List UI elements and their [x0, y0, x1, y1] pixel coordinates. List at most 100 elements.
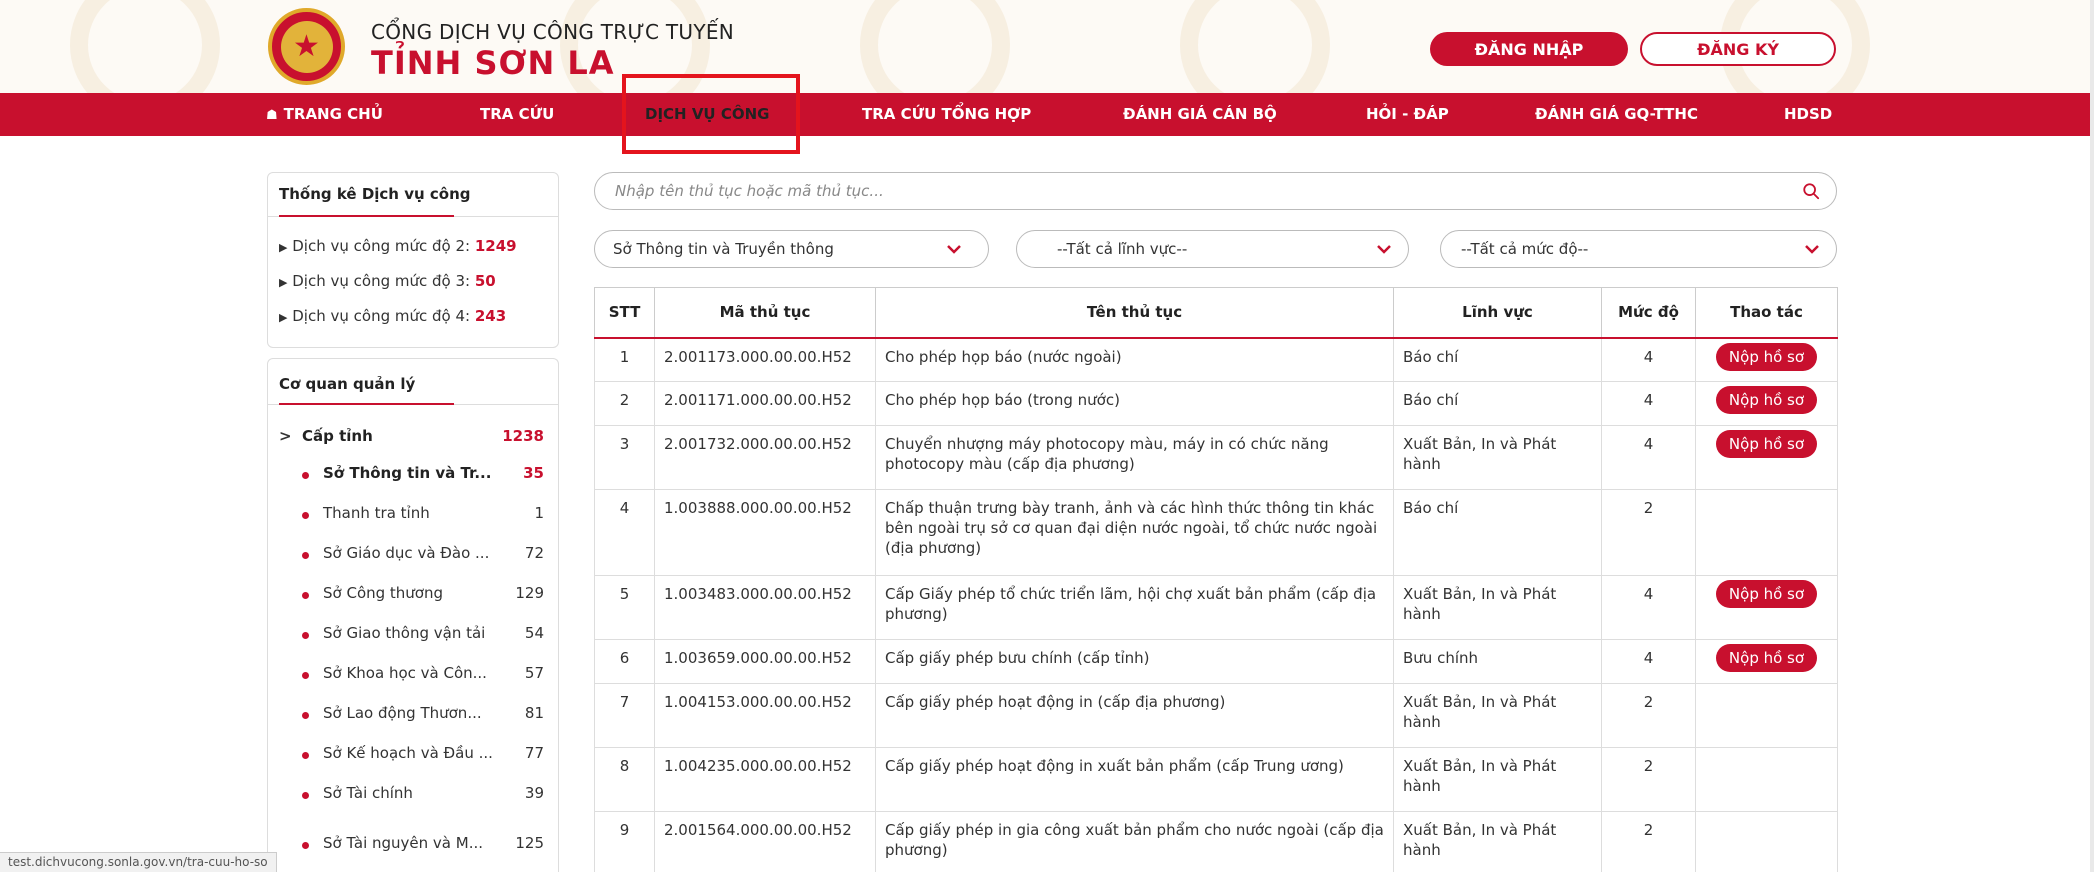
nav-procedure-review[interactable]: ĐÁNH GIÁ GQ-TTHC [1535, 93, 1698, 136]
bullet-icon [302, 592, 309, 599]
submit-dossier-button[interactable]: Nộp hồ sơ [1715, 386, 1818, 414]
agency-item[interactable]: Sở Kế hoạch và Đầu ... 77 [268, 744, 560, 784]
cell-level: 2 [1601, 747, 1696, 812]
agency-item[interactable]: Sở Tài nguyên và M... 125 [268, 834, 560, 872]
browser-status-url: test.dichvucong.sonla.gov.vn/tra-cuu-ho-… [0, 852, 277, 872]
cell-field: Bưu chính [1393, 639, 1602, 684]
cell-name[interactable]: Chấp thuận trưng bày tranh, ảnh và các h… [875, 489, 1394, 576]
cell-level: 4 [1601, 425, 1696, 490]
cell-name[interactable]: Cấp giấy phép bưu chính (cấp tỉnh) [875, 639, 1394, 684]
stat-level-2[interactable]: ▶ Dịch vụ công mức độ 2: 1249 [279, 237, 517, 255]
cell-stt: 7 [594, 683, 655, 748]
stat-level-3[interactable]: ▶ Dịch vụ công mức độ 3: 50 [279, 272, 496, 290]
site-header: ★ CỔNG DỊCH VỤ CÔNG TRỰC TUYẾN TỈNH SƠN … [0, 0, 2094, 93]
nav-guide[interactable]: HDSD [1784, 93, 1832, 136]
search-icon[interactable] [1802, 182, 1820, 200]
agency-item[interactable]: Sở Thông tin và Tr... 35 [268, 464, 560, 504]
header-action: Thao tác [1695, 287, 1838, 339]
star-icon: ★ [280, 20, 333, 73]
agency-item[interactable]: Sở Lao động Thươn... 81 [268, 704, 560, 744]
watermark-emblem [860, 0, 1010, 93]
submit-dossier-button[interactable]: Nộp hồ sơ [1715, 430, 1818, 458]
cell-stt: 1 [594, 337, 655, 382]
header-name: Tên thủ tục [875, 287, 1394, 339]
table-row: 8 1.004235.000.00.00.H52 Cấp giấy phép h… [594, 747, 1838, 812]
bullet-icon [302, 792, 309, 799]
cell-level: 2 [1601, 683, 1696, 748]
register-button[interactable]: ĐĂNG KÝ [1640, 32, 1836, 66]
cell-level: 2 [1601, 489, 1696, 576]
nav-summary-lookup[interactable]: TRA CỨU TỔNG HỢP [862, 93, 1031, 136]
cell-action [1695, 811, 1838, 872]
agency-group-province[interactable]: > Cấp tỉnh 1238 [268, 427, 560, 467]
cell-action [1695, 747, 1838, 812]
bullet-icon [302, 712, 309, 719]
table-row: 2 2.001171.000.00.00.H52 Cho phép họp bá… [594, 381, 1838, 426]
agency-item[interactable]: Sở Khoa học và Côn... 57 [268, 664, 560, 704]
cell-name[interactable]: Cho phép họp báo (nước ngoài) [875, 337, 1394, 382]
submit-dossier-button[interactable]: Nộp hồ sơ [1715, 644, 1818, 672]
cell-name[interactable]: Cấp giấy phép hoạt động in xuất bản phẩm… [875, 747, 1394, 812]
bullet-icon [302, 472, 309, 479]
chevron-down-icon [947, 245, 961, 254]
agency-item[interactable]: Sở Tài chính 39 [268, 784, 560, 824]
bullet-icon [302, 842, 309, 849]
cell-stt: 8 [594, 747, 655, 812]
submit-dossier-button[interactable]: Nộp hồ sơ [1715, 580, 1818, 608]
chevron-down-icon [1377, 245, 1391, 254]
table-header-row: STT Mã thủ tục Tên thủ tục Lĩnh vực Mức … [594, 287, 1838, 339]
chevron-right-icon: > [279, 427, 292, 445]
cell-code: 1.003483.000.00.00.H52 [654, 575, 876, 640]
cell-name[interactable]: Chuyển nhượng máy photocopy màu, máy in … [875, 425, 1394, 490]
stat-level-4[interactable]: ▶ Dịch vụ công mức độ 4: 243 [279, 307, 506, 325]
site-title-top: CỔNG DỊCH VỤ CÔNG TRỰC TUYẾN [371, 20, 735, 44]
agency-item[interactable]: Sở Giáo dục và Đào ... 72 [268, 544, 560, 584]
search-box [594, 172, 1837, 210]
scrollbar[interactable] [2090, 0, 2094, 872]
table-row: 1 2.001173.000.00.00.H52 Cho phép họp bá… [594, 337, 1838, 382]
nav-staff-review[interactable]: ĐÁNH GIÁ CÁN BỘ [1123, 93, 1277, 136]
cell-field: Xuất Bản, In và Phát hành [1393, 747, 1602, 812]
bullet-icon [302, 752, 309, 759]
province-logo[interactable]: ★ [268, 8, 345, 85]
cell-name[interactable]: Cấp giấy phép in gia công xuất bản phẩm … [875, 811, 1394, 872]
agency-select[interactable]: Sở Thông tin và Truyền thông [594, 230, 989, 268]
submit-dossier-button[interactable]: Nộp hồ sơ [1715, 342, 1818, 371]
cell-level: 4 [1601, 337, 1696, 382]
triangle-right-icon: ▶ [279, 311, 288, 324]
cell-stt: 5 [594, 575, 655, 640]
procedure-table: STT Mã thủ tục Tên thủ tục Lĩnh vực Mức … [594, 287, 1838, 872]
login-button[interactable]: ĐĂNG NHẬP [1430, 32, 1628, 66]
agency-item[interactable]: Thanh tra tỉnh 1 [268, 504, 560, 544]
cell-code: 1.004235.000.00.00.H52 [654, 747, 876, 812]
cell-name[interactable]: Cấp Giấy phép tổ chức triển lãm, hội chợ… [875, 575, 1394, 640]
agency-item[interactable]: Sở Công thương 129 [268, 584, 560, 624]
nav-lookup[interactable]: TRA CỨU [480, 93, 554, 136]
cell-stt: 4 [594, 489, 655, 576]
agency-item[interactable]: Sở Giao thông vận tải 54 [268, 624, 560, 664]
cell-action [1695, 683, 1838, 748]
home-icon: ☗ [266, 108, 278, 123]
main-nav: ☗ TRANG CHỦ TRA CỨU DỊCH VỤ CÔNG TRA CỨU … [0, 93, 2094, 136]
search-input[interactable] [615, 173, 1775, 209]
cell-code: 1.003659.000.00.00.H52 [654, 639, 876, 684]
cell-code: 2.001171.000.00.00.H52 [654, 381, 876, 426]
cell-code: 2.001173.000.00.00.H52 [654, 337, 876, 382]
cell-field: Báo chí [1393, 337, 1602, 382]
field-select[interactable]: --Tất cả lĩnh vực-- [1016, 230, 1409, 268]
cell-level: 4 [1601, 381, 1696, 426]
level-select[interactable]: --Tất cả mức độ-- [1440, 230, 1837, 268]
watermark-emblem [70, 0, 220, 93]
cell-name[interactable]: Cho phép họp báo (trong nước) [875, 381, 1394, 426]
nav-home[interactable]: ☗ TRANG CHỦ [266, 93, 383, 136]
cell-stt: 9 [594, 811, 655, 872]
bullet-icon [302, 672, 309, 679]
table-row: 6 1.003659.000.00.00.H52 Cấp giấy phép b… [594, 639, 1838, 684]
cell-field: Xuất Bản, In và Phát hành [1393, 811, 1602, 872]
header-field: Lĩnh vực [1393, 287, 1602, 339]
nav-qa[interactable]: HỎI - ĐÁP [1366, 93, 1449, 136]
cell-name[interactable]: Cấp giấy phép hoạt động in (cấp địa phươ… [875, 683, 1394, 748]
cell-code: 2.001732.000.00.00.H52 [654, 425, 876, 490]
cell-action [1695, 489, 1838, 576]
cell-level: 2 [1601, 811, 1696, 872]
